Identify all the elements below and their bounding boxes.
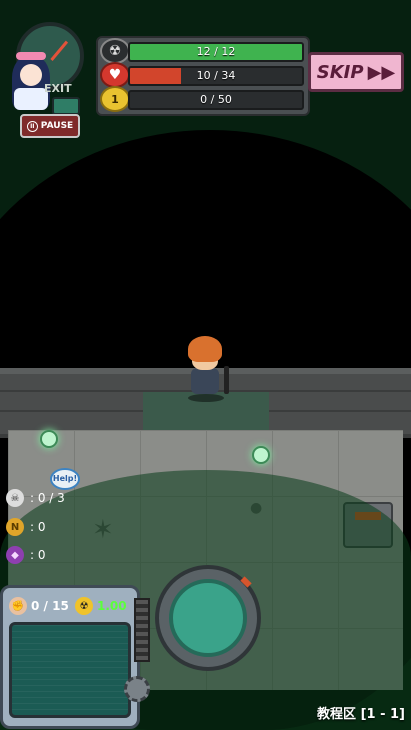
skip-arrows-icon: ▶▶ xyxy=(367,61,396,83)
pause-label: PAUSE xyxy=(40,121,74,131)
survivor-count: : 0 / 3 xyxy=(30,491,65,505)
portrait-dress xyxy=(14,88,48,110)
strength-stat: ✊ 0 / 15 xyxy=(9,596,69,616)
skull-key-icon: ☠ xyxy=(6,489,24,507)
pause-button[interactable]: II PAUSE xyxy=(20,114,80,138)
coin-count: : 0 xyxy=(30,520,46,534)
portrait-flower xyxy=(16,52,46,60)
gas-mask-icon: ☢ xyxy=(100,38,130,64)
status-panel: ☢ 12 / 12 ♥ 10 / 34 1 0 / 50 xyxy=(96,36,310,116)
game-screen: ✶ ● EXIT II PAUSE ☢ 12 / 12 ♥ 10 / xyxy=(0,0,411,730)
health-bar-text: 10 / 34 xyxy=(196,69,236,82)
exit-label: EXIT xyxy=(44,82,72,95)
inventory-screen[interactable] xyxy=(9,622,131,718)
radiation-stat: ☢ 1.00 xyxy=(75,596,127,616)
level-star-icon: 1 xyxy=(100,86,130,112)
arm-strength-icon: ✊ xyxy=(9,597,27,615)
survivor-stat: ☠ : 0 / 3 xyxy=(6,488,65,508)
skip-button[interactable]: SKIP ▶▶ xyxy=(308,52,404,92)
gem-icon: ◆ xyxy=(6,546,24,564)
radiation-value: 1.00 xyxy=(97,599,127,613)
joystick-knob[interactable] xyxy=(169,579,247,657)
coin-icon: N xyxy=(6,518,24,536)
level-number: 1 xyxy=(111,92,119,106)
area-label: 教程区 [1 - 1] xyxy=(317,707,405,722)
character-hair xyxy=(188,336,222,362)
skip-label: SKIP xyxy=(316,61,364,83)
health-bar: 10 / 34 xyxy=(128,66,304,86)
panel-vent xyxy=(134,598,150,662)
help-bubble: Help! xyxy=(50,468,80,490)
gem-count: : 0 xyxy=(30,548,46,562)
mask-bar-text: 12 / 12 xyxy=(196,45,236,58)
energy-orb[interactable] xyxy=(252,446,270,464)
radiation-icon: ☢ xyxy=(75,597,93,615)
exit-progress-bar xyxy=(52,97,80,115)
portrait-face xyxy=(20,64,42,86)
xp-bar: 0 / 50 xyxy=(128,90,304,110)
mask-bar: 12 / 12 xyxy=(128,42,304,62)
character-shadow xyxy=(188,394,224,402)
strength-value: 0 / 15 xyxy=(31,599,69,613)
gem-stat: ◆ : 0 xyxy=(6,545,46,565)
player-character xyxy=(184,336,229,404)
pause-icon: II xyxy=(26,120,38,132)
inventory-panel: ✊ 0 / 15 ☢ 1.00 xyxy=(0,585,140,729)
energy-orb[interactable] xyxy=(40,430,58,448)
settings-gear-icon[interactable] xyxy=(124,676,150,702)
xp-bar-text: 0 / 50 xyxy=(200,93,232,106)
character-body xyxy=(191,368,219,394)
coin-stat: N : 0 xyxy=(6,517,46,537)
oxygen-tube xyxy=(224,366,229,394)
heart-icon: ♥ xyxy=(100,62,130,88)
virtual-joystick[interactable] xyxy=(155,565,261,671)
